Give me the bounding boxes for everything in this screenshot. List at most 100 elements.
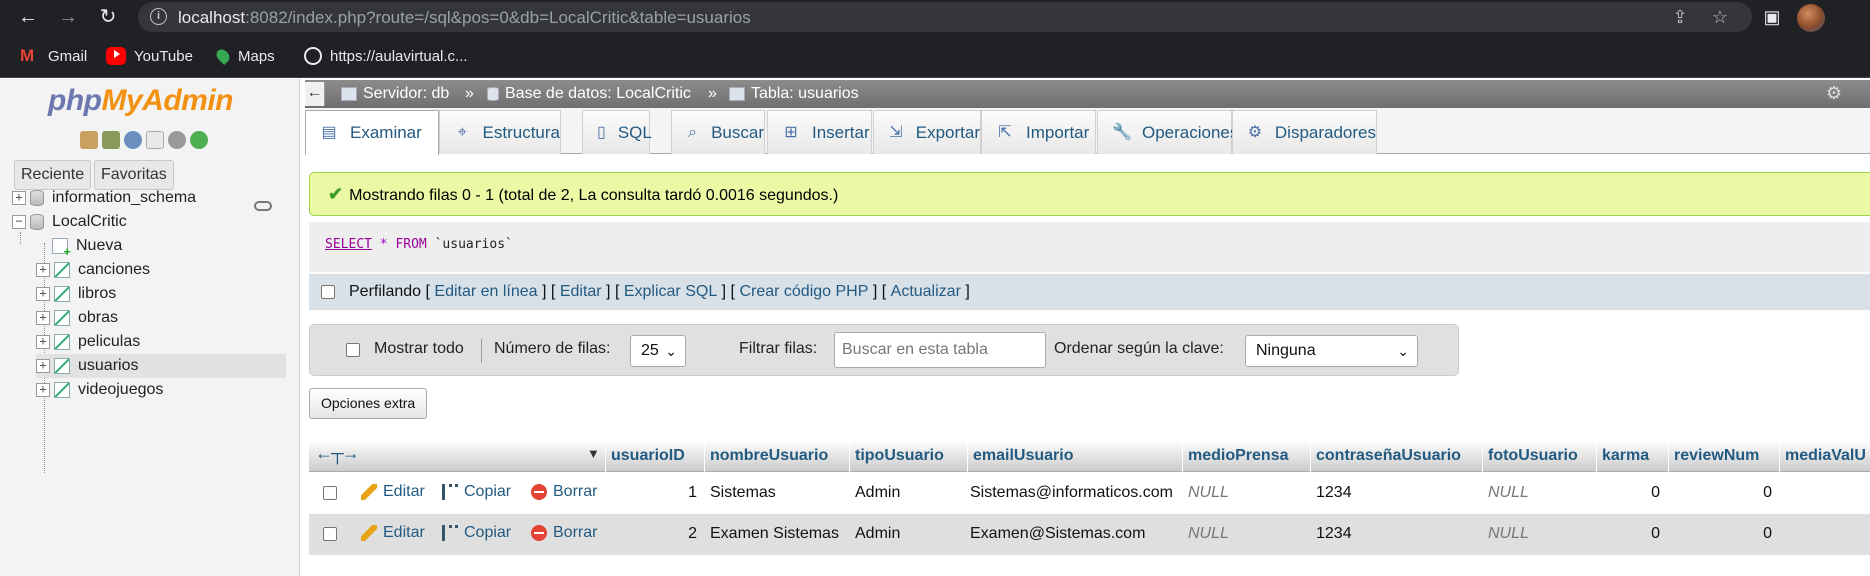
tree-item-information-schema[interactable]: + information_schema [12, 186, 196, 210]
tab-disparadores[interactable]: ⚙ Disparadores [1232, 110, 1377, 154]
forward-arrow-icon[interactable]: → [56, 5, 80, 29]
expand-plus-icon[interactable]: + [36, 383, 50, 397]
tree-item-usuarios[interactable]: + usuarios [36, 354, 286, 378]
bookmark-maps[interactable]: Maps [213, 46, 275, 66]
col-reviewnum[interactable]: reviewNum [1674, 447, 1759, 465]
col-emailusuario[interactable]: emailUsuario [973, 447, 1073, 465]
edit-inline-link[interactable]: Editar en línea [434, 283, 537, 301]
tree-item-libros[interactable]: + libros [36, 282, 116, 306]
bookmark-star-icon[interactable]: ☆ [1708, 5, 1732, 29]
cell-karma[interactable]: 0 [1602, 484, 1660, 502]
profile-avatar[interactable] [1797, 4, 1825, 32]
cell-usuarioid[interactable]: 2 [611, 525, 697, 543]
link-chain-icon[interactable] [254, 201, 272, 211]
expand-plus-icon[interactable]: + [36, 263, 50, 277]
url-text[interactable]: localhost:8082/index.php?route=/sql&pos=… [178, 8, 751, 28]
row-checkbox[interactable] [323, 527, 337, 541]
expand-plus-icon[interactable]: + [36, 359, 50, 373]
cell-reviewnum[interactable]: 0 [1674, 484, 1772, 502]
cell-nombreusuario[interactable]: Examen Sistemas [710, 525, 839, 543]
logout-icon[interactable] [102, 131, 120, 149]
address-bar[interactable]: i localhost:8082/index.php?route=/sql&po… [138, 2, 1752, 32]
cell-emailusuario[interactable]: Sistemas@informaticos.com [970, 484, 1173, 502]
expand-plus-icon[interactable]: + [36, 287, 50, 301]
col-usuarioid[interactable]: usuarioID [611, 447, 685, 465]
col-nombreusuario[interactable]: nombreUsuario [710, 447, 828, 465]
breadcrumb-database[interactable]: Base de datos: LocalCritic [487, 85, 691, 103]
cell-fotousuario[interactable]: NULL [1488, 484, 1529, 502]
delete-row-button[interactable]: Borrar [531, 524, 597, 542]
collapse-minus-icon[interactable]: − [12, 215, 26, 229]
tree-item-canciones[interactable]: + canciones [36, 258, 150, 282]
expand-plus-icon[interactable]: + [36, 335, 50, 349]
col-karma[interactable]: karma [1602, 447, 1649, 465]
tab-buscar[interactable]: ⌕ Buscar [671, 110, 765, 154]
site-info-icon[interactable]: i [150, 8, 167, 25]
col-tipousuario[interactable]: tipoUsuario [855, 447, 944, 465]
create-php-code-link[interactable]: Crear código PHP [739, 283, 868, 301]
settings-gear-icon[interactable] [168, 131, 186, 149]
settings-gear-icon[interactable]: ⚙ [1826, 83, 1842, 104]
reload-navigation-icon[interactable] [190, 131, 208, 149]
col-medioprensa[interactable]: medioPrensa [1188, 447, 1288, 465]
help-icon[interactable] [124, 131, 142, 149]
cell-medioprensa[interactable]: NULL [1188, 525, 1229, 543]
sort-triangle-icon[interactable]: ▼ [587, 446, 600, 461]
cell-fotousuario[interactable]: NULL [1488, 525, 1529, 543]
docs-icon[interactable] [146, 131, 164, 149]
tab-exportar[interactable]: ⇲ Exportar [873, 110, 981, 154]
tab-insertar[interactable]: ⊞ Insertar [767, 110, 872, 154]
show-all-label[interactable]: Mostrar todo [374, 340, 464, 358]
tree-item-peliculas[interactable]: + peliculas [36, 330, 140, 354]
sort-select[interactable]: Ninguna ⌄ [1245, 335, 1418, 367]
refresh-link[interactable]: Actualizar [891, 283, 961, 301]
tree-item-new-table[interactable]: Nueva [52, 234, 122, 259]
row-checkbox[interactable] [323, 486, 337, 500]
back-arrow-icon[interactable]: ← [16, 5, 40, 29]
breadcrumb-table[interactable]: Tabla: usuarios [729, 85, 859, 103]
show-all-checkbox[interactable] [346, 343, 360, 357]
col-contrasenausuario[interactable]: contraseñaUsuario [1316, 447, 1461, 465]
explain-sql-link[interactable]: Explicar SQL [624, 283, 717, 301]
extra-options-button[interactable]: Opciones extra [309, 388, 428, 419]
column-resize-arrows-icon[interactable]: ←┬→ [315, 443, 360, 464]
edit-row-button[interactable]: Editar [361, 483, 425, 501]
reload-icon[interactable]: ↻ [96, 5, 120, 29]
cell-medioprensa[interactable]: NULL [1188, 484, 1229, 502]
cell-nombreusuario[interactable]: Sistemas [710, 484, 776, 502]
edit-row-button[interactable]: Editar [361, 524, 425, 542]
home-icon[interactable] [80, 131, 98, 149]
cell-karma[interactable]: 0 [1602, 525, 1660, 543]
expand-plus-icon[interactable]: + [36, 311, 50, 325]
tab-estructura[interactable]: ⌖ Estructura [439, 110, 561, 154]
cell-reviewnum[interactable]: 0 [1674, 525, 1772, 543]
side-panel-icon[interactable]: ▣ [1760, 5, 1784, 29]
cell-emailusuario[interactable]: Examen@Sistemas.com [970, 525, 1145, 543]
bookmark-gmail[interactable]: M Gmail [20, 46, 87, 66]
phpmyadmin-logo[interactable]: phpMyAdmin [48, 84, 233, 118]
delete-row-button[interactable]: Borrar [531, 483, 597, 501]
col-fotousuario[interactable]: fotoUsuario [1488, 447, 1578, 465]
share-icon[interactable]: ⇪ [1668, 5, 1692, 29]
col-mediavalu[interactable]: mediaValU [1785, 447, 1866, 465]
cell-usuarioid[interactable]: 1 [611, 484, 697, 502]
expand-plus-icon[interactable]: + [12, 191, 26, 205]
bookmark-youtube[interactable]: YouTube [106, 46, 193, 66]
cell-contrasenausuario[interactable]: 1234 [1316, 484, 1352, 502]
tree-item-localcritic[interactable]: − LocalCritic [12, 210, 127, 234]
tree-item-videojuegos[interactable]: + videojuegos [36, 378, 163, 402]
breadcrumb-server[interactable]: Servidor: db [341, 85, 449, 103]
filter-input[interactable]: Buscar en esta tabla [834, 332, 1046, 368]
tab-importar[interactable]: ⇱ Importar [981, 110, 1096, 154]
sql-select-keyword[interactable]: SELECT [325, 237, 372, 252]
cell-contrasenausuario[interactable]: 1234 [1316, 525, 1352, 543]
rows-select[interactable]: 25 ⌄ [630, 335, 686, 367]
cell-tipousuario[interactable]: Admin [855, 484, 900, 502]
collapse-arrow-icon[interactable]: ← [305, 82, 325, 106]
tab-examinar[interactable]: ▤ Examinar [305, 110, 439, 155]
cell-tipousuario[interactable]: Admin [855, 525, 900, 543]
tree-item-obras[interactable]: + obras [36, 306, 118, 330]
edit-link[interactable]: Editar [560, 283, 602, 301]
tab-operaciones[interactable]: 🔧 Operaciones [1097, 110, 1238, 154]
copy-row-button[interactable]: Copiar [442, 483, 511, 501]
